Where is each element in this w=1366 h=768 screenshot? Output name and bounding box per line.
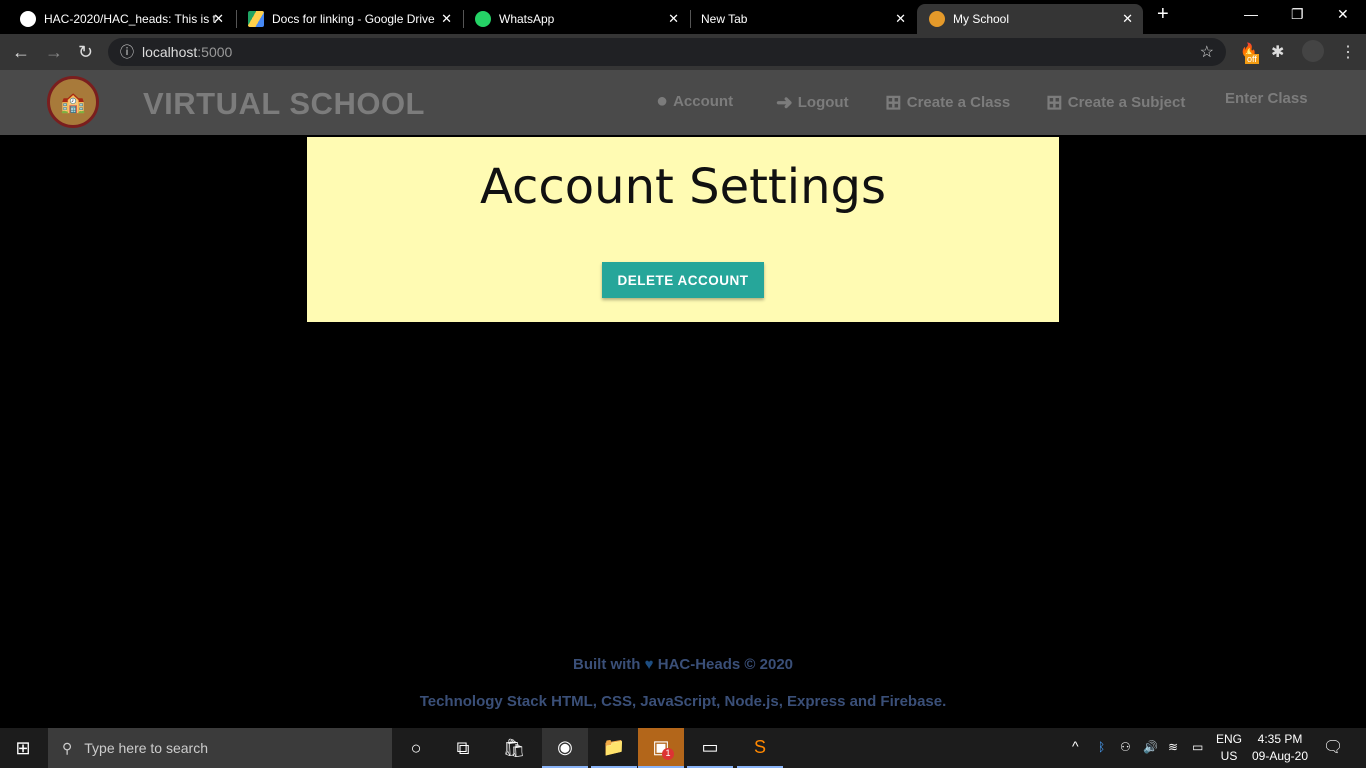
cortana-icon[interactable]: ○: [393, 728, 439, 768]
task-view-icon[interactable]: ⧉: [440, 728, 486, 768]
nav-logout[interactable]: ➜ Logout: [776, 90, 849, 115]
page-title: Account Settings: [480, 159, 886, 215]
close-tab-icon[interactable]: ✕: [213, 11, 224, 27]
taskbar-search[interactable]: ⚲ Type here to search: [48, 728, 392, 768]
reload-icon[interactable]: ↻: [78, 42, 93, 63]
nav-enter-class[interactable]: Enter Class: [1225, 90, 1308, 107]
tab-title: HAC-2020/HAC_heads: This is t: [44, 12, 216, 26]
close-tab-icon[interactable]: ✕: [895, 11, 906, 27]
date-text: 09-Aug-20: [1251, 749, 1309, 763]
terminal-icon[interactable]: ▭: [687, 728, 733, 768]
close-tab-icon[interactable]: ✕: [668, 11, 679, 27]
tab-whatsapp[interactable]: WhatsApp ✕: [463, 4, 689, 34]
bluetooth-icon[interactable]: ᛒ: [1098, 736, 1105, 756]
plus-square-icon: ⊞: [1046, 92, 1063, 114]
search-icon: ⚲: [62, 739, 73, 756]
tab-title: My School: [953, 12, 1010, 26]
chevron-up-icon[interactable]: ^: [1072, 735, 1079, 755]
time-text: 4:35 PM: [1257, 732, 1303, 746]
plus-square-icon: ⊞: [885, 92, 902, 114]
nav-account[interactable]: ● Account: [656, 90, 733, 113]
heart-icon: ♥: [644, 656, 654, 673]
tab-github[interactable]: HAC-2020/HAC_heads: This is t ✕: [0, 4, 234, 34]
address-bar[interactable]: ⓘ localhost:5000 ☆: [108, 38, 1226, 66]
google-drive-icon: [248, 11, 264, 27]
tab-my-school[interactable]: My School ✕: [917, 4, 1143, 34]
store-icon[interactable]: 🛍: [491, 728, 537, 768]
close-tab-icon[interactable]: ✕: [1122, 11, 1133, 27]
account-settings-card: Account Settings DELETE ACCOUNT: [307, 137, 1059, 322]
close-window-button[interactable]: ✕: [1337, 6, 1349, 23]
school-icon: [929, 11, 945, 27]
windows-start-icon[interactable]: ⊞: [0, 728, 46, 768]
clock[interactable]: 4:35 PM 09-Aug-20: [1250, 728, 1310, 765]
region-text: US: [1220, 749, 1238, 763]
search-placeholder: Type here to search: [84, 740, 209, 756]
built-with-text: Built with: [572, 656, 641, 673]
back-icon[interactable]: ←: [12, 42, 30, 63]
tab-new-tab[interactable]: New Tab ✕: [690, 4, 916, 34]
tab-title: New Tab: [701, 12, 748, 26]
nav-label: Create a Class: [906, 94, 1011, 111]
wifi-icon[interactable]: ≋: [1168, 736, 1178, 756]
windows-taskbar: ⊞ ⚲ Type here to search ○ ⧉ 🛍 ◉ 📁 ▣ 1 ▭ S …: [0, 728, 1366, 768]
tab-strip: HAC-2020/HAC_heads: This is t ✕ Docs for …: [0, 0, 1366, 34]
language-indicator[interactable]: ENG US: [1216, 728, 1242, 765]
minimize-button[interactable]: —: [1244, 6, 1258, 22]
extension-badge: off: [1245, 54, 1259, 64]
battery-icon[interactable]: ▭: [1192, 736, 1203, 756]
browser-toolbar: ← → ↻ ⓘ localhost:5000 ☆ 🔥 off ✱ ⋮: [0, 34, 1366, 70]
puzzle-icon[interactable]: ✱: [1271, 42, 1284, 62]
site-header: 🏫 VIRTUAL SCHOOL ● Account ➜ Logout ⊞ Creat…: [0, 70, 1366, 135]
whatsapp-icon: [475, 11, 491, 27]
extension-icon[interactable]: 🔥 off: [1240, 42, 1259, 64]
tab-drive[interactable]: Docs for linking - Google Drive ✕: [236, 4, 462, 34]
notifications-icon[interactable]: 🗨: [1323, 736, 1343, 756]
forward-icon[interactable]: →: [45, 42, 63, 63]
close-tab-icon[interactable]: ✕: [441, 11, 452, 27]
delete-account-button[interactable]: DELETE ACCOUNT: [602, 262, 764, 298]
nav-label: Enter Class: [1225, 90, 1308, 107]
url-host: localhost: [142, 44, 198, 60]
url-port: :5000: [197, 44, 233, 60]
chrome-icon[interactable]: ◉: [542, 728, 588, 768]
tab-title: Docs for linking - Google Drive: [272, 12, 435, 26]
sublime-text-icon[interactable]: S: [737, 728, 783, 768]
nav-label: Logout: [797, 94, 849, 111]
footer-credits: Built with ♥ HAC-Heads © 2020: [0, 656, 1366, 673]
copyright-text: HAC-Heads © 2020: [657, 656, 794, 673]
info-icon: ⓘ: [120, 44, 134, 60]
volume-icon[interactable]: 🔊: [1143, 736, 1158, 756]
brand-title[interactable]: VIRTUAL SCHOOL: [143, 86, 425, 122]
menu-dots-icon[interactable]: ⋮: [1340, 42, 1356, 62]
profile-avatar[interactable]: [1302, 40, 1324, 62]
footer-stack: Technology Stack HTML, CSS, JavaScript, …: [0, 693, 1366, 710]
lang-text: ENG: [1216, 732, 1243, 746]
restore-button[interactable]: ❐: [1291, 6, 1304, 23]
stack-label: Technology Stack: [419, 693, 547, 710]
sign-out-icon: ➜: [776, 92, 793, 114]
notification-badge: 1: [662, 748, 674, 760]
stack-items: HTML, CSS, JavaScript, Node.js, Express …: [551, 693, 947, 710]
user-circle-icon: ●: [656, 90, 669, 112]
nav-label: Create a Subject: [1067, 94, 1186, 111]
file-explorer-icon[interactable]: 📁: [591, 728, 637, 768]
school-logo[interactable]: 🏫: [47, 76, 99, 128]
new-tab-button[interactable]: +: [1157, 3, 1169, 26]
nav-create-class[interactable]: ⊞ Create a Class: [885, 90, 1010, 115]
star-icon[interactable]: ☆: [1200, 42, 1214, 62]
nav-create-subject[interactable]: ⊞ Create a Subject: [1046, 90, 1185, 115]
github-icon: [20, 11, 36, 27]
nav-label: Account: [673, 93, 734, 110]
app-icon[interactable]: ▣ 1: [638, 728, 684, 768]
tab-title: WhatsApp: [499, 12, 555, 26]
network-off-icon[interactable]: ⚇: [1120, 736, 1131, 756]
